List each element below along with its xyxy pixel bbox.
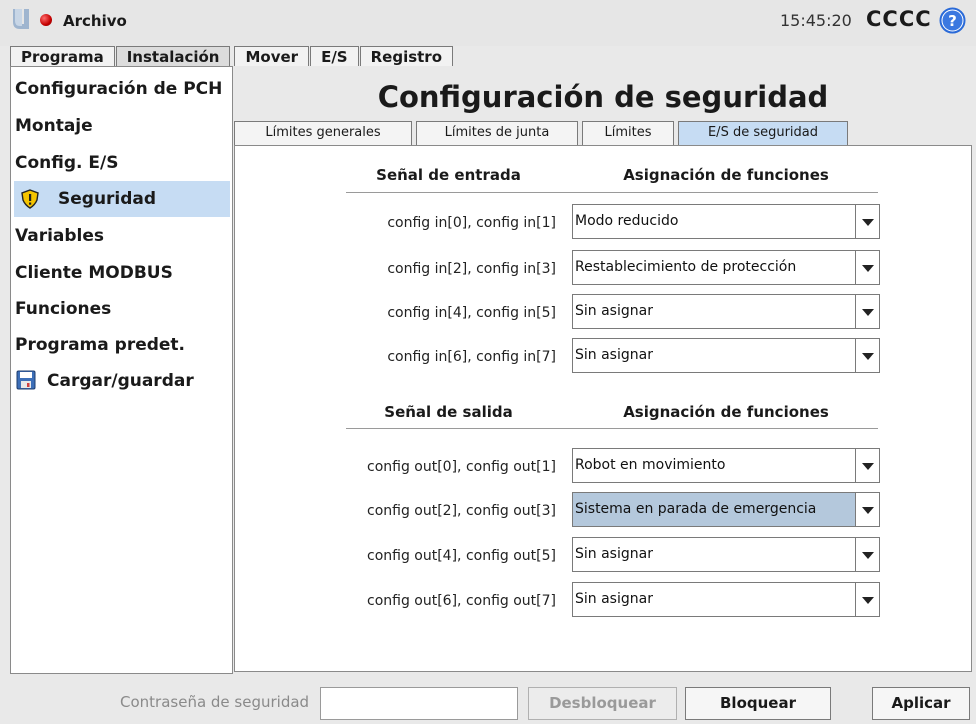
tab-limites-generales[interactable]: Límites generales (234, 121, 412, 145)
sidebar-item-cargar-guardar[interactable]: Cargar/guardar (11, 363, 232, 399)
chevron-down-icon (862, 507, 874, 514)
select-value: Sin asignar (575, 303, 653, 319)
installation-sidebar: Configuración de PCH Montaje Config. E/S… (10, 66, 233, 674)
output-signal-header: Señal de salida (384, 403, 513, 421)
output-function-select[interactable]: Sin asignar (572, 537, 880, 572)
input-signal-label: config in[2], config in[3] (387, 261, 556, 277)
top-bar: Archivo 15:45:20 CCCC ? (0, 0, 976, 46)
sidebar-item-programa-predet[interactable]: Programa predet. (11, 327, 232, 363)
select-value: Sin asignar (575, 347, 653, 363)
sidebar-item-variables[interactable]: Variables (11, 218, 232, 254)
chevron-down-icon (862, 552, 874, 559)
input-function-header: Asignación de funciones (623, 166, 829, 184)
dropdown-arrow-button[interactable] (855, 251, 879, 284)
robot-name: CCCC (866, 7, 932, 31)
page-title: Configuración de seguridad (377, 80, 829, 114)
lock-button[interactable]: Bloquear (685, 687, 831, 720)
input-function-select[interactable]: Sin asignar (572, 294, 880, 329)
dropdown-arrow-button[interactable] (855, 493, 879, 526)
tab-mover[interactable]: Mover (234, 46, 310, 67)
chevron-down-icon (862, 219, 874, 226)
safety-io-content: Señal de entrada Asignación de funciones… (234, 145, 972, 672)
sidebar-item-config-es[interactable]: Config. E/S (11, 145, 232, 181)
select-value: Restablecimiento de protección (575, 259, 797, 275)
output-signal-label: config out[2], config out[3] (367, 503, 556, 519)
select-value: Sin asignar (575, 546, 653, 562)
main-tabs: Programa Instalación Mover E/S Registro (10, 46, 454, 67)
sidebar-item-label: Config. E/S (15, 153, 119, 173)
select-value: Robot en movimiento (575, 457, 726, 473)
tab-limites-junta[interactable]: Límites de junta (416, 121, 578, 145)
input-function-select[interactable]: Sin asignar (572, 338, 880, 373)
ur-logo-icon (13, 9, 29, 29)
output-function-header: Asignación de funciones (623, 403, 829, 421)
chevron-down-icon (862, 463, 874, 470)
dropdown-arrow-button[interactable] (855, 583, 879, 616)
chevron-down-icon (862, 265, 874, 272)
input-function-select[interactable]: Modo reducido (572, 204, 880, 239)
sidebar-item-label: Cliente MODBUS (15, 263, 173, 283)
sidebar-item-label: Cargar/guardar (47, 371, 194, 391)
tab-limites[interactable]: Límites (582, 121, 674, 145)
safety-password-field[interactable] (320, 687, 518, 720)
input-signal-label: config in[0], config in[1] (387, 215, 556, 231)
sidebar-item-label: Montaje (15, 116, 93, 136)
output-function-select[interactable]: Robot en movimiento (572, 448, 880, 483)
input-signal-header: Señal de entrada (376, 166, 521, 184)
chevron-down-icon (862, 597, 874, 604)
sidebar-item-funciones[interactable]: Funciones (11, 291, 232, 327)
sidebar-item-label: Funciones (15, 299, 112, 319)
power-status-icon[interactable] (40, 14, 52, 26)
sidebar-item-label: Seguridad (58, 189, 157, 209)
apply-button[interactable]: Aplicar (872, 687, 970, 720)
safety-config-panel: Configuración de seguridad Límites gener… (233, 66, 973, 674)
dropdown-arrow-button[interactable] (855, 295, 879, 328)
output-header-divider (346, 428, 878, 429)
input-header-divider (346, 192, 878, 193)
tab-instalacion[interactable]: Instalación (115, 46, 231, 67)
select-value: Sistema en parada de emergencia (575, 501, 817, 517)
warning-shield-icon (21, 189, 39, 209)
sidebar-item-montaje[interactable]: Montaje (11, 108, 232, 144)
output-function-select[interactable]: Sistema en parada de emergencia (572, 492, 880, 527)
sidebar-item-seguridad[interactable]: Seguridad (14, 181, 230, 217)
output-signal-label: config out[6], config out[7] (367, 593, 556, 609)
output-signal-label: config out[0], config out[1] (367, 459, 556, 475)
tab-registro[interactable]: Registro (359, 46, 454, 67)
sidebar-item-label: Variables (15, 226, 105, 246)
select-value: Modo reducido (575, 213, 679, 229)
dropdown-arrow-button[interactable] (855, 449, 879, 482)
tab-programa[interactable]: Programa (10, 46, 115, 67)
chevron-down-icon (862, 309, 874, 316)
password-label: Contraseña de seguridad (120, 693, 310, 711)
sidebar-item-modbus[interactable]: Cliente MODBUS (11, 255, 232, 291)
sidebar-item-label: Programa predet. (15, 335, 186, 355)
sidebar-item-label: Configuración de PCH (15, 79, 223, 99)
chevron-down-icon (862, 353, 874, 360)
help-icon[interactable]: ? (939, 7, 966, 34)
file-menu[interactable]: Archivo (63, 12, 127, 30)
floppy-disk-icon (16, 370, 36, 390)
dropdown-arrow-button[interactable] (855, 339, 879, 372)
svg-text:?: ? (948, 12, 957, 30)
input-signal-label: config in[6], config in[7] (387, 349, 556, 365)
tab-es-seguridad[interactable]: E/S de seguridad (678, 121, 848, 145)
output-function-select[interactable]: Sin asignar (572, 582, 880, 617)
input-signal-label: config in[4], config in[5] (387, 305, 556, 321)
sidebar-item-pch[interactable]: Configuración de PCH (11, 71, 232, 107)
dropdown-arrow-button[interactable] (855, 538, 879, 571)
unlock-button[interactable]: Desbloquear (528, 687, 677, 720)
select-value: Sin asignar (575, 591, 653, 607)
clock: 15:45:20 (780, 11, 852, 30)
input-function-select[interactable]: Restablecimiento de protección (572, 250, 880, 285)
dropdown-arrow-button[interactable] (855, 205, 879, 238)
output-signal-label: config out[4], config out[5] (367, 548, 556, 564)
tab-es[interactable]: E/S (310, 46, 359, 67)
